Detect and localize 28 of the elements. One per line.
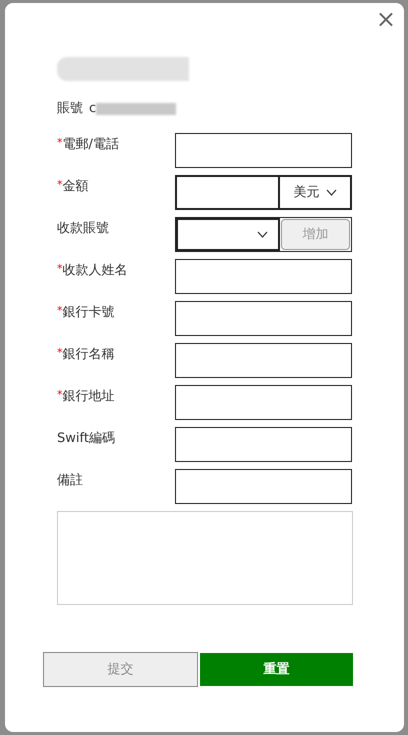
required-mark: *: [57, 388, 62, 401]
field-label: 備註: [57, 472, 84, 490]
account-label: 賬號: [57, 100, 83, 118]
account-value: c: [89, 100, 96, 118]
field-label: *銀行名稱: [57, 345, 116, 364]
input-field[interactable]: [175, 427, 352, 462]
field-label: *金額: [57, 177, 90, 196]
chevron-down-icon: [257, 231, 268, 238]
input-field[interactable]: [175, 385, 352, 420]
reset-button[interactable]: 重置: [200, 653, 353, 686]
input-field[interactable]: [175, 301, 352, 336]
field-label: *電郵/電話: [57, 135, 120, 154]
field-label: 收款賬號: [57, 220, 110, 238]
field-label: *銀行地址: [57, 387, 116, 406]
required-mark: *: [57, 178, 62, 191]
account-select[interactable]: [176, 218, 280, 251]
required-mark: *: [57, 346, 62, 359]
required-mark: *: [57, 136, 62, 149]
required-mark: *: [57, 304, 62, 317]
field-label: *收款人姓名: [57, 261, 128, 280]
input-field[interactable]: [175, 469, 352, 504]
input-field[interactable]: [175, 133, 352, 168]
field-label: *銀行卡號: [57, 303, 116, 322]
close-button[interactable]: ×: [376, 5, 396, 33]
field-label: Swift編碼: [57, 430, 116, 448]
input-field[interactable]: [175, 343, 352, 378]
input-field[interactable]: [175, 259, 352, 294]
required-mark: *: [57, 262, 62, 275]
